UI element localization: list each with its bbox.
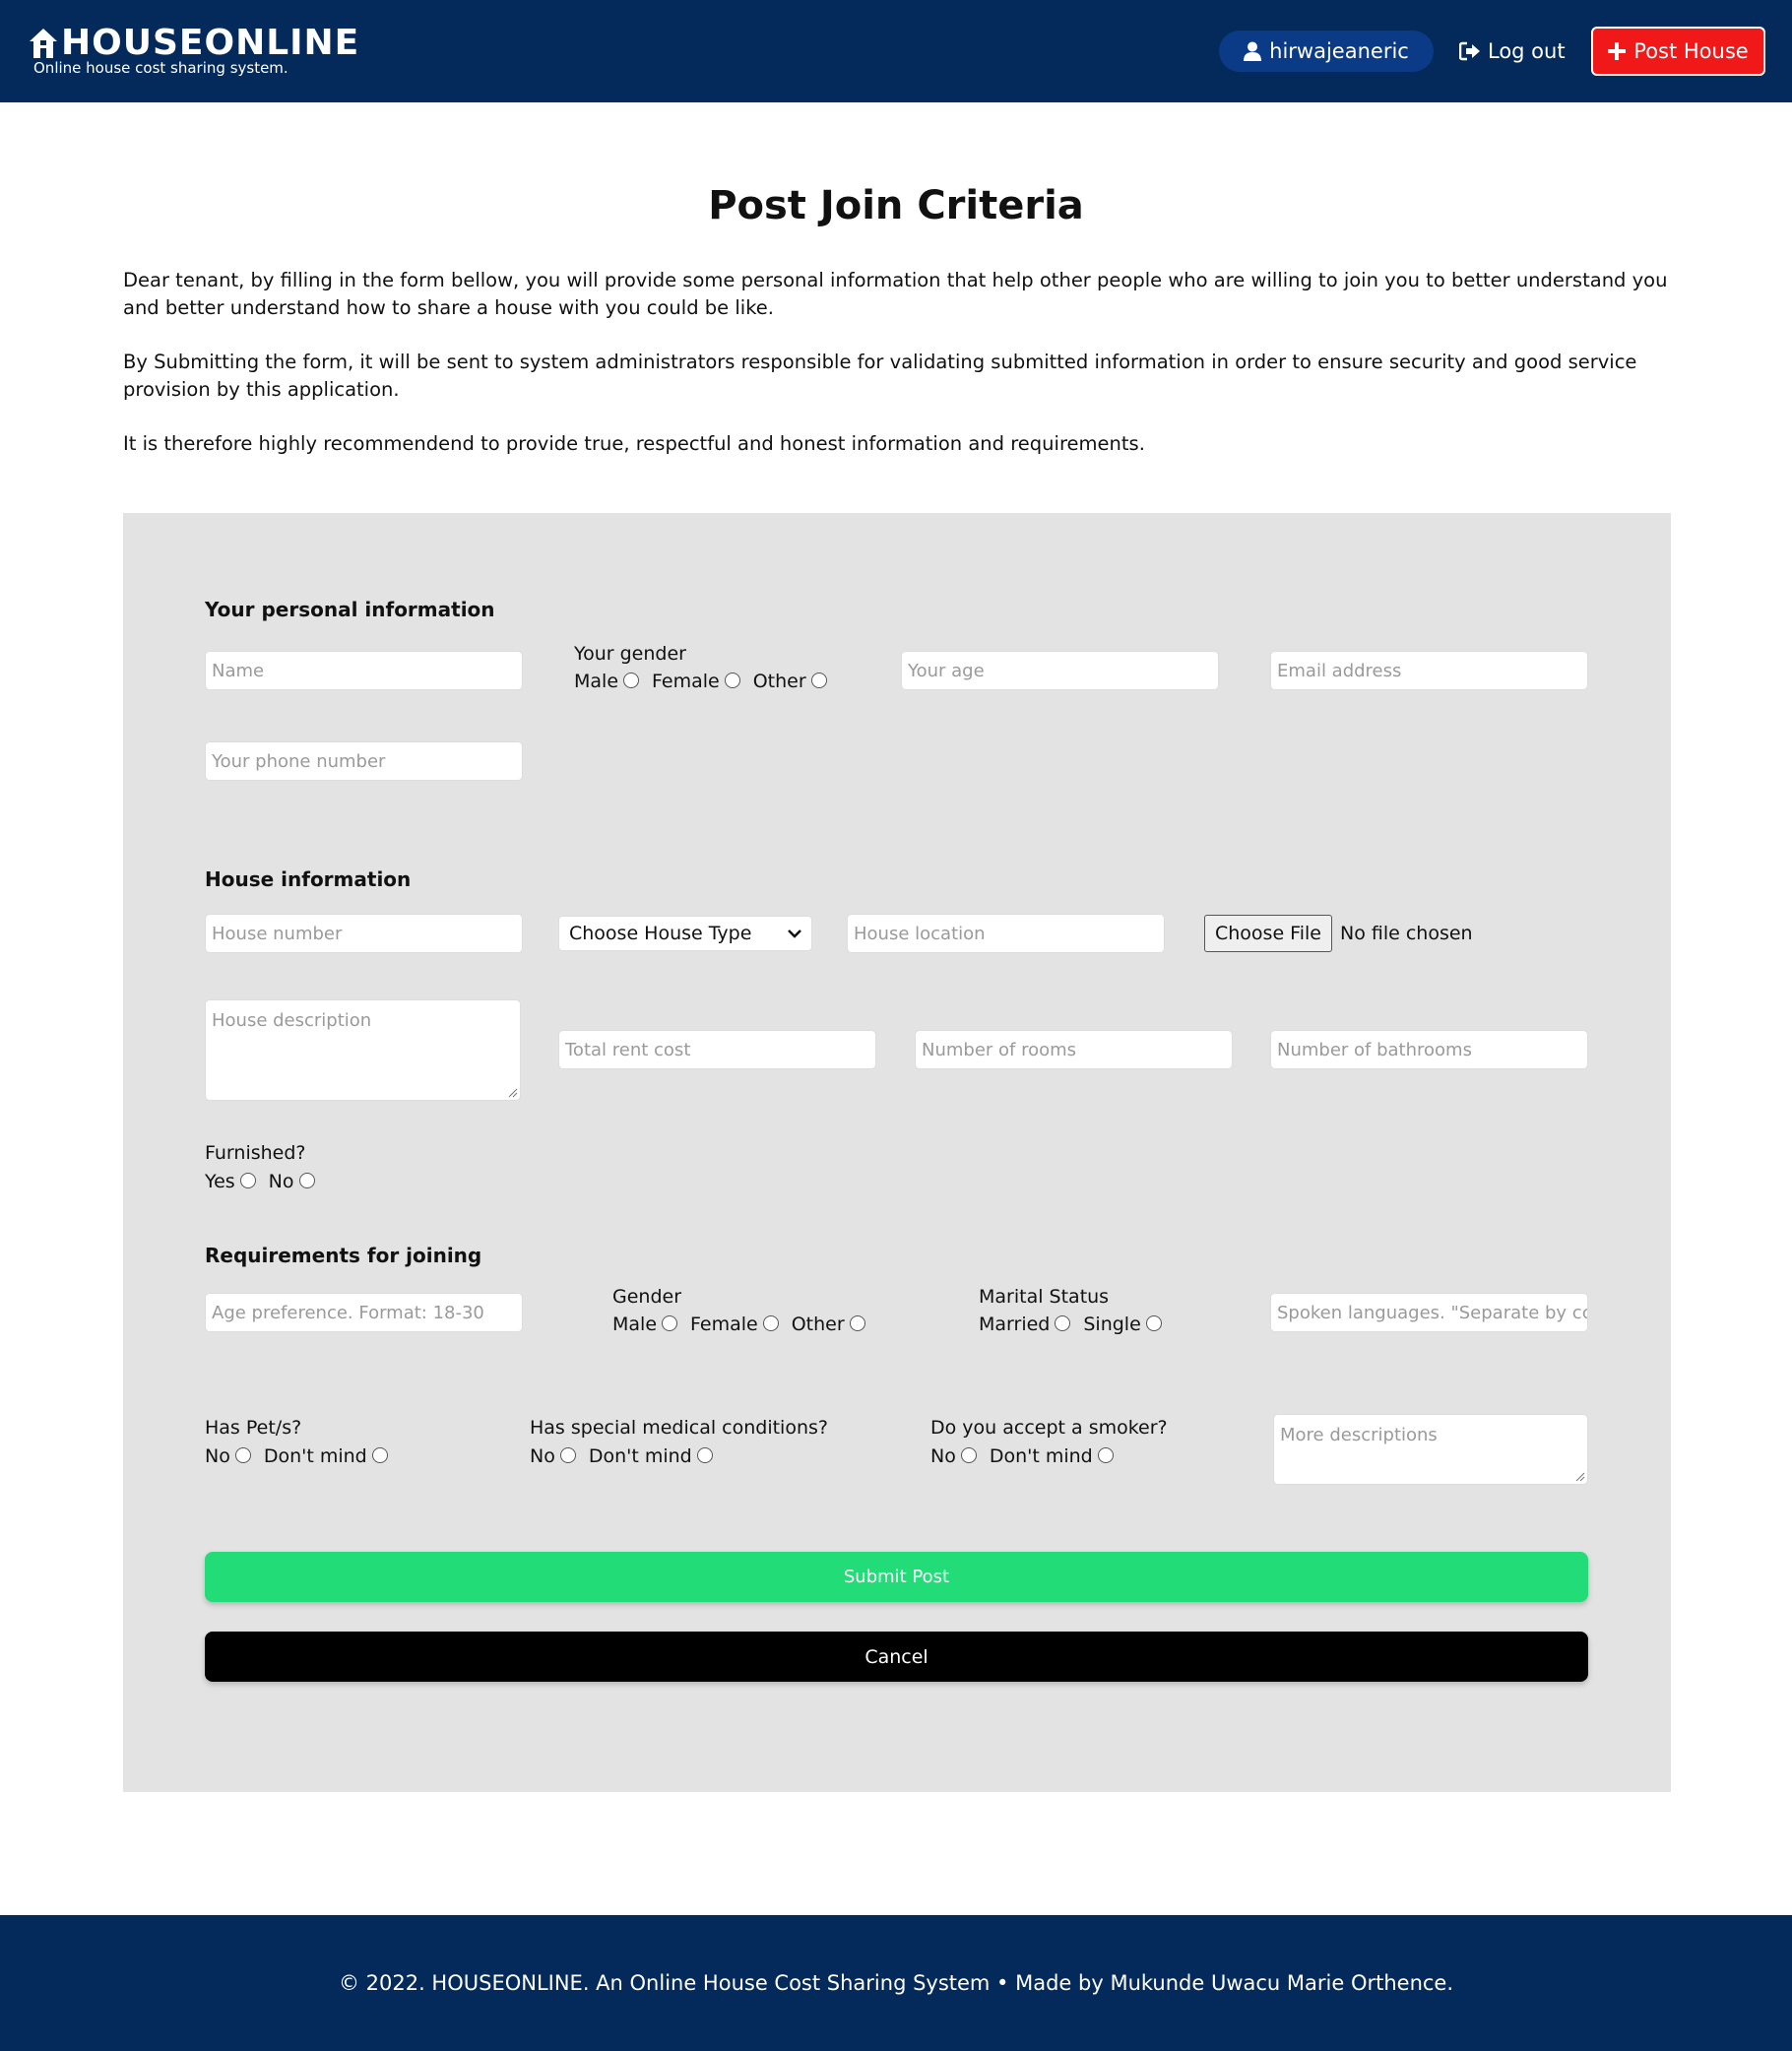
- logout-button[interactable]: Log out: [1459, 31, 1566, 72]
- post-house-label: Post House: [1633, 39, 1749, 63]
- medical-radio-group: No Don't mind: [530, 1445, 726, 1467]
- join-criteria-form: Your personal information Name Your gend…: [123, 513, 1671, 1792]
- chevron-down-icon: [788, 929, 801, 938]
- pets-dont-mind-radio[interactable]: [371, 1447, 388, 1463]
- gender-other-radio[interactable]: [810, 673, 827, 688]
- house-type-value: Choose House Type: [569, 923, 752, 944]
- name-input[interactable]: Name: [205, 651, 523, 690]
- pets-dont-mind-label: Don't mind: [263, 1445, 367, 1467]
- house-number-input[interactable]: House number: [205, 914, 523, 953]
- furnished-no-radio[interactable]: [298, 1173, 315, 1188]
- furnished-label: Furnished?: [205, 1142, 306, 1164]
- house-info-heading: House information: [205, 867, 412, 891]
- furnished-no-label: No: [268, 1171, 294, 1192]
- medical-label: Has special medical conditions?: [530, 1417, 828, 1439]
- marital-single-label: Single: [1083, 1314, 1141, 1335]
- medical-no-label: No: [530, 1445, 555, 1467]
- personal-info-heading: Your personal information: [205, 598, 495, 621]
- languages-input[interactable]: Spoken languages. "Separate by cc: [1270, 1293, 1588, 1332]
- logout-label: Log out: [1488, 39, 1566, 63]
- pets-no-label: No: [205, 1445, 230, 1467]
- marital-married-radio[interactable]: [1055, 1315, 1071, 1331]
- marital-single-radio[interactable]: [1145, 1315, 1162, 1331]
- post-house-button[interactable]: Post House: [1591, 27, 1765, 76]
- gender-other-label: Other: [752, 671, 806, 692]
- smoker-dont-mind-label: Don't mind: [989, 1445, 1093, 1467]
- marital-married-label: Married: [979, 1314, 1051, 1335]
- pets-label: Has Pet/s?: [205, 1417, 302, 1439]
- more-descriptions-textarea[interactable]: More descriptions: [1273, 1414, 1588, 1485]
- plus-icon: [1608, 42, 1627, 60]
- intro-paragraph-1: Dear tenant, by filling in the form bell…: [123, 269, 1668, 319]
- medical-dont-mind-radio[interactable]: [696, 1447, 713, 1463]
- age-preference-input[interactable]: Age preference. Format: 18-30: [205, 1293, 523, 1332]
- age-input[interactable]: Your age: [901, 651, 1219, 690]
- req-gender-male-radio[interactable]: [662, 1315, 678, 1331]
- top-navbar: HOUSEONLINE Online house cost sharing sy…: [0, 0, 1792, 102]
- smoker-no-label: No: [930, 1445, 956, 1467]
- footer-text: © 2022. HOUSEONLINE. An Online House Cos…: [338, 1971, 1454, 1995]
- house-type-select[interactable]: Choose House Type: [558, 916, 812, 951]
- bathrooms-input[interactable]: Number of bathrooms: [1270, 1030, 1588, 1069]
- more-descriptions-placeholder: More descriptions: [1280, 1425, 1438, 1445]
- gender-radio-group: Male Female Other: [574, 671, 840, 692]
- req-gender-male-label: Male: [612, 1314, 658, 1335]
- smoker-dont-mind-radio[interactable]: [1097, 1447, 1114, 1463]
- medical-dont-mind-label: Don't mind: [588, 1445, 692, 1467]
- smoker-no-radio[interactable]: [960, 1447, 977, 1463]
- req-gender-female-label: Female: [690, 1314, 758, 1335]
- gender-male-radio[interactable]: [623, 673, 640, 688]
- home-icon: [30, 29, 57, 58]
- smoker-label: Do you accept a smoker?: [930, 1417, 1168, 1439]
- medical-no-radio[interactable]: [559, 1447, 576, 1463]
- resize-handle-icon[interactable]: [508, 1088, 518, 1098]
- pets-radio-group: No Don't mind: [205, 1445, 401, 1467]
- furnished-yes-label: Yes: [205, 1171, 235, 1192]
- email-input[interactable]: Email address: [1270, 651, 1588, 690]
- house-description-placeholder: House description: [212, 1010, 372, 1031]
- user-icon: [1244, 41, 1262, 61]
- requirements-heading: Requirements for joining: [205, 1244, 482, 1267]
- req-gender-radio-group: Male Female Other: [612, 1314, 878, 1335]
- page-title: Post Join Criteria: [708, 183, 1084, 228]
- intro-paragraph-2: By Submitting the form, it will be sent …: [123, 351, 1637, 401]
- smoker-radio-group: No Don't mind: [930, 1445, 1126, 1467]
- req-gender-other-label: Other: [791, 1314, 845, 1335]
- rent-cost-input[interactable]: Total rent cost: [558, 1030, 876, 1069]
- logout-icon: [1459, 41, 1480, 61]
- req-gender-female-radio[interactable]: [762, 1315, 779, 1331]
- house-image-upload: Choose File No file chosen: [1204, 915, 1473, 952]
- req-gender-other-radio[interactable]: [849, 1315, 865, 1331]
- user-profile-button[interactable]: hirwajeaneric: [1219, 31, 1434, 72]
- furnished-yes-radio[interactable]: [239, 1173, 256, 1188]
- furnished-radio-group: Yes No: [205, 1171, 328, 1192]
- submit-post-button[interactable]: Submit Post: [205, 1552, 1588, 1602]
- intro-paragraph-3: It is therefore highly recommendend to p…: [123, 432, 1145, 455]
- pets-no-radio[interactable]: [234, 1447, 251, 1463]
- username-label: hirwajeaneric: [1269, 39, 1409, 63]
- house-location-input[interactable]: House location: [847, 914, 1165, 953]
- file-status-text: No file chosen: [1339, 923, 1473, 944]
- marital-radio-group: Married Single: [979, 1314, 1175, 1335]
- rooms-input[interactable]: Number of rooms: [915, 1030, 1233, 1069]
- footer: © 2022. HOUSEONLINE. An Online House Cos…: [0, 1915, 1792, 2051]
- gender-female-radio[interactable]: [724, 673, 740, 688]
- gender-label: Your gender: [574, 643, 686, 665]
- choose-file-button[interactable]: Choose File: [1204, 915, 1332, 952]
- cancel-button[interactable]: Cancel: [205, 1632, 1588, 1682]
- req-gender-label: Gender: [612, 1286, 682, 1308]
- brand-name: HOUSEONLINE: [61, 23, 360, 63]
- marital-status-label: Marital Status: [979, 1286, 1110, 1308]
- house-description-textarea[interactable]: House description: [205, 999, 521, 1101]
- gender-female-label: Female: [652, 671, 720, 692]
- phone-input[interactable]: Your phone number: [205, 741, 523, 781]
- resize-handle-icon[interactable]: [1575, 1472, 1585, 1482]
- brand-logo[interactable]: HOUSEONLINE Online house cost sharing sy…: [28, 24, 359, 77]
- gender-male-label: Male: [574, 671, 619, 692]
